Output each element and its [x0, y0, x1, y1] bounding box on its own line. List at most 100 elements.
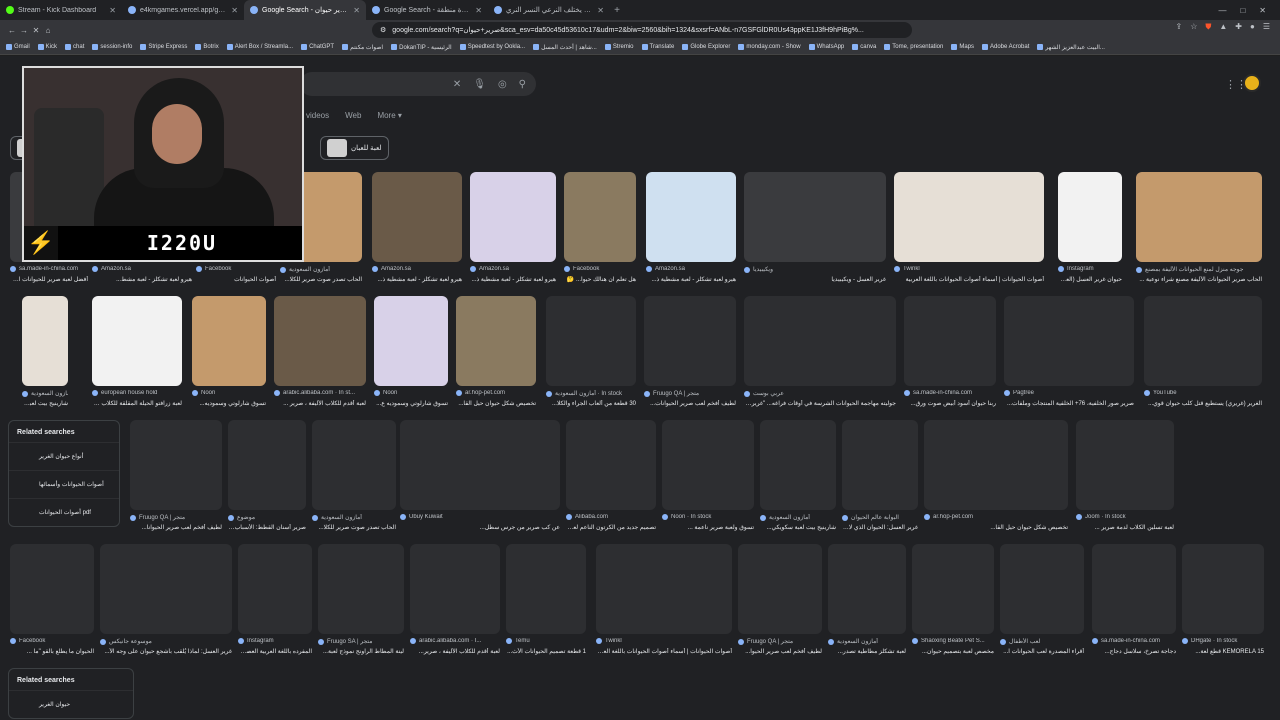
result-source[interactable]: Instagram — [238, 638, 312, 644]
image-result[interactable]: YouTube الغرير (غريري) يستطيع قتل كلب حيو… — [1144, 296, 1262, 412]
lens-icon[interactable]: ◎ — [498, 79, 507, 90]
clear-icon[interactable]: ✕ — [453, 79, 461, 90]
image-result[interactable]: لعب الأطفال أقراء المصدرة لعب الحيوانات ا… — [1000, 544, 1084, 660]
result-thumbnail[interactable] — [22, 296, 68, 386]
result-source[interactable]: Twinkl — [596, 638, 732, 644]
bookmark-item[interactable]: Stremio — [604, 44, 634, 50]
image-result[interactable]: Instagram حيوان غرير العسل (العسلا... — [1058, 172, 1122, 288]
result-source[interactable]: أمازون السعودية — [760, 514, 836, 521]
result-caption[interactable]: الحاب صرير الحيوانات الأليفة مصنع شراء ن… — [1136, 276, 1262, 283]
result-source[interactable]: YouTube — [1144, 390, 1262, 396]
image-result[interactable]: أمازون السعودية لعبة تشكلز مطاطية تصدر... — [828, 544, 906, 660]
image-result[interactable]: Joom · In stock لعبة تسلين الكلاب لدمة صر… — [1076, 420, 1174, 536]
result-thumbnail[interactable] — [894, 172, 1044, 262]
result-caption[interactable]: الحاب تصدر صوت صرير للكلا... — [280, 276, 362, 283]
result-caption[interactable]: لطيف أفخم لعب صرير الحيوا... — [738, 648, 822, 655]
image-result[interactable]: arabic.alibaba.com · In st... لعبة أقدم ل… — [274, 296, 366, 412]
result-source[interactable]: ويكيبيديا — [744, 266, 886, 273]
bookmark-item[interactable]: monday.com - Show — [738, 44, 801, 50]
result-thumbnail[interactable] — [318, 544, 404, 634]
puzzle-icon[interactable]: ✚ — [1235, 22, 1242, 32]
image-result[interactable]: Amazon.sa هيرو لعبة تشكلز - لعبة مشطية ذ.… — [646, 172, 736, 288]
account-avatar[interactable] — [1243, 74, 1261, 92]
stop-icon[interactable]: ✕ — [30, 26, 42, 35]
result-caption[interactable]: غرير العسل: لماذا يُلقب بأشجع حيوان على … — [100, 648, 232, 655]
result-caption[interactable]: شارينيج بيت لعبة سكويكي... — [22, 400, 68, 407]
result-source[interactable]: أمازون السعودية — [22, 390, 68, 397]
forward-icon[interactable]: → — [18, 26, 30, 35]
result-caption[interactable]: غرير العسل: الحيوان الذي لا يخاف أحدا أب… — [842, 524, 918, 531]
tab-kick-dashboard[interactable]: Stream - Kick Dashboard ✕ — [0, 0, 122, 20]
bookmark-item[interactable]: البيت عبدالعزيز الشهر... — [1037, 44, 1105, 51]
result-thumbnail[interactable] — [842, 420, 918, 510]
result-caption[interactable]: صرير صور الخلفية، 76+ الخلفية المنتجات و… — [1004, 400, 1134, 407]
image-result[interactable]: أمازون السعودية · In stock 30 قطعة من ألع… — [546, 296, 636, 412]
result-caption[interactable]: الحيوان ما يطلع بالقو "ما ... — [10, 648, 94, 655]
result-thumbnail[interactable] — [1182, 544, 1264, 634]
bookmark-item[interactable]: canva — [852, 44, 876, 50]
result-source[interactable]: Fruugo QA | متجر — [130, 514, 222, 521]
new-tab-button[interactable]: + — [610, 5, 624, 16]
result-thumbnail[interactable] — [10, 544, 94, 634]
image-result[interactable]: Instagram المفرده باللغة العربية العصف... — [238, 544, 312, 660]
result-caption[interactable]: مخصص لعبة بتصميم حيوان... — [912, 648, 994, 655]
image-result[interactable]: Noon تسوق شارلوتي وسموديه... — [192, 296, 266, 412]
result-caption[interactable]: هل تعلم ان هنالك حيوا... 🤔 — [564, 276, 636, 283]
result-thumbnail[interactable] — [130, 420, 222, 510]
result-source[interactable]: Facebook — [564, 266, 636, 272]
image-result[interactable]: european house hold لعبة زرافتو الحيلة ال… — [92, 296, 182, 412]
tab-google-search-2[interactable]: Google Search - هل الجيزة منطقة✕ — [366, 0, 488, 20]
result-source[interactable]: Amazon.sa — [92, 266, 192, 272]
result-caption[interactable]: أفضل لعبة صرير للحيوانات الأليفة ه... — [10, 276, 88, 283]
bookmark-item[interactable]: شاهد | أحدث المسل... — [533, 44, 597, 51]
result-caption[interactable]: لطيف أفخم لعب صرير الحيوانا... — [130, 524, 222, 531]
result-caption[interactable]: هيرو لعبة تشكلز - لعبة مشطية ذ... — [372, 276, 462, 283]
tab-videos[interactable]: videos — [306, 111, 329, 120]
result-thumbnail[interactable] — [470, 172, 556, 262]
image-result[interactable]: Facebook الحيوان ما يطلع بالقو "ما ... — [10, 544, 94, 660]
profile-icon[interactable]: ● — [1250, 22, 1255, 32]
bookmark-item[interactable]: Maps — [951, 44, 974, 50]
image-result[interactable]: أمازون السعودية الحاب تصدر صوت صرير للكلا… — [312, 420, 396, 536]
result-thumbnail[interactable] — [1058, 172, 1122, 262]
result-source[interactable]: Ubuy Kuwait — [400, 514, 560, 520]
result-source[interactable]: Fruugo QA | متجر — [644, 390, 736, 397]
result-source[interactable]: أمازون السعودية — [828, 638, 906, 645]
bookmark-item[interactable]: Gmail — [6, 44, 30, 50]
brave-shield-icon[interactable]: ⛊ — [1205, 22, 1211, 32]
home-icon[interactable]: ⌂ — [42, 26, 54, 35]
minimize-button[interactable]: — — [1218, 6, 1226, 15]
result-thumbnail[interactable] — [274, 296, 366, 386]
result-caption[interactable]: 1 قطعة تصميم الحيوانات الأث... — [506, 648, 586, 655]
image-result[interactable]: ar.hop-pet.com تخصيص شكل حيوان حيل القا..… — [456, 296, 536, 412]
result-thumbnail[interactable] — [238, 544, 312, 634]
result-source[interactable]: Amazon.sa — [646, 266, 736, 272]
bookmark-item[interactable]: DokanTIP - الرئيسية — [391, 44, 452, 51]
result-source[interactable]: جوجه منزل لمنع الحيوانات الأليفة بمصنع — [1136, 266, 1262, 273]
image-result[interactable]: Ubuy Kuwait عن كب صرير من جرس سطل... — [400, 420, 560, 536]
result-caption[interactable]: لعبة أقدم للكلاب الأليفة ، صرير ... — [274, 400, 366, 407]
site-info-icon[interactable]: ⚙ — [380, 26, 386, 34]
close-icon[interactable]: ✕ — [475, 6, 482, 15]
image-result[interactable]: أمازون السعودية شارينيج بيت لعبة سكويكي..… — [760, 420, 836, 536]
result-thumbnail[interactable] — [546, 296, 636, 386]
result-thumbnail[interactable] — [1136, 172, 1262, 262]
maximize-button[interactable]: □ — [1240, 6, 1245, 15]
result-caption[interactable]: تسوق ولعبة صرير ناعمة ... — [662, 524, 754, 531]
result-caption[interactable]: غرير العسل - ويكيبيديا — [744, 276, 886, 283]
bookmark-item[interactable]: chat — [65, 44, 84, 50]
result-caption[interactable]: تخصيص شكل حيوان حيل القا... — [924, 524, 1068, 531]
result-thumbnail[interactable] — [646, 172, 736, 262]
related-search-item[interactable]: حيوان الغرير — [9, 690, 133, 718]
result-thumbnail[interactable] — [662, 420, 754, 510]
image-result[interactable]: Noon · In stock تسوق ولعبة صرير ناعمة ... — [662, 420, 754, 536]
result-thumbnail[interactable] — [410, 544, 500, 634]
tab-more[interactable]: More ▾ — [377, 111, 401, 120]
bookmark-item[interactable]: Speedtest by Ookla... — [459, 44, 525, 50]
result-caption[interactable]: أصوات الحيوانات | أسماء أصوات الحيوانات … — [596, 648, 732, 655]
result-source[interactable]: Shaoxing Beate Pet S... — [912, 638, 994, 644]
result-thumbnail[interactable] — [744, 296, 896, 386]
bookmark-item[interactable]: Tome, presentation — [884, 44, 943, 50]
result-thumbnail[interactable] — [760, 420, 836, 510]
result-caption[interactable]: تسوق شارلوتي وسموديه ع... — [374, 400, 448, 407]
